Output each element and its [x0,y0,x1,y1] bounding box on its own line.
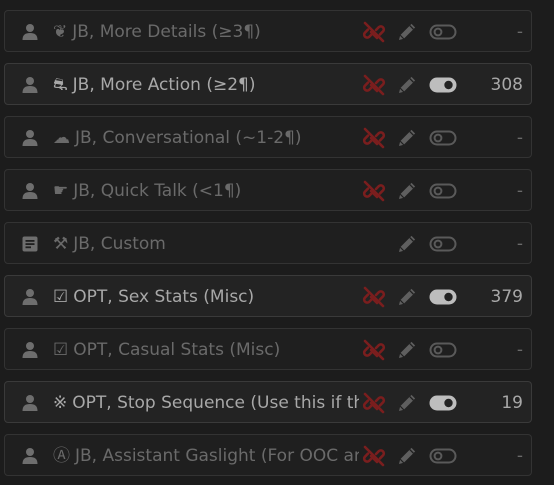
user-icon [21,76,39,94]
toggle-off-icon[interactable] [429,341,457,359]
prompt-row[interactable]: ⚒ JB, Custom - [4,222,532,264]
pencil-icon[interactable] [395,126,419,150]
user-icon [21,394,39,412]
document-icon [21,235,39,253]
unlink-icon[interactable] [362,444,386,468]
pencil-icon[interactable] [395,391,419,415]
prompt-glyph: ☑ [53,340,69,360]
toggle-off-icon[interactable] [429,235,457,253]
prompt-row[interactable]: ☑ OPT, Casual Stats (Misc) - [4,328,532,370]
token-count: 379 [490,287,523,307]
prompt-title[interactable]: ⚒ JB, Custom [53,223,359,265]
unlink-icon[interactable] [362,179,386,203]
prompt-title[interactable]: ❦ JB, More Details (≥3¶) [53,11,359,53]
token-count: - [516,181,523,201]
prompt-name: JB, Custom [73,234,166,254]
prompt-row[interactable]: ☁ JB, Conversational (~1-2¶) - [4,116,532,158]
toggle-off-icon[interactable] [429,182,457,200]
unlink-icon[interactable] [362,285,386,309]
prompt-title[interactable]: ☑ OPT, Casual Stats (Misc) [53,329,359,371]
pencil-icon[interactable] [395,232,419,256]
prompt-glyph: ⛐ [53,75,68,95]
pencil-icon[interactable] [395,179,419,203]
user-icon [21,129,39,147]
prompt-name: JB, Conversational (~1-2¶) [75,128,302,148]
pencil-icon[interactable] [395,285,419,309]
prompt-row[interactable]: ☛ JB, Quick Talk (<1¶) - [4,169,532,211]
toggle-on-icon[interactable] [429,76,457,94]
user-icon [21,447,39,465]
prompt-glyph: ☑ [53,287,69,307]
user-icon [21,23,39,41]
toggle-off-icon[interactable] [429,129,457,147]
unlink-icon[interactable] [362,391,386,415]
prompt-row[interactable]: ⛐ JB, More Action (≥2¶) 308 [4,63,532,105]
prompt-row[interactable]: ※ OPT, Stop Sequence (Use this if th 19 [4,381,532,423]
prompt-title[interactable]: ☁ JB, Conversational (~1-2¶) [53,117,359,159]
token-count: 19 [501,393,523,413]
prompt-row[interactable]: Ⓐ JB, Assistant Gaslight (For OOC ar - [4,434,532,476]
token-count: - [516,446,523,466]
prompt-glyph: Ⓐ [53,446,70,466]
prompt-row[interactable]: ❦ JB, More Details (≥3¶) - [4,10,532,52]
user-icon [21,288,39,306]
token-count: 308 [490,75,523,95]
prompt-glyph: ※ [53,393,68,413]
prompt-title[interactable]: ※ OPT, Stop Sequence (Use this if th [53,382,359,424]
prompt-name: JB, More Details (≥3¶) [72,22,261,42]
unlink-icon[interactable] [362,20,386,44]
user-icon [21,182,39,200]
prompt-name: OPT, Sex Stats (Misc) [73,287,255,307]
prompt-name: JB, Quick Talk (<1¶) [73,181,242,201]
prompt-list: ❦ JB, More Details (≥3¶) - ⛐ JB, More Actio… [0,0,554,485]
prompt-glyph: ☁ [53,128,70,148]
prompt-name: JB, More Action (≥2¶) [72,75,256,95]
toggle-on-icon[interactable] [429,394,457,412]
token-count: - [516,340,523,360]
pencil-icon[interactable] [395,73,419,97]
pencil-icon[interactable] [395,20,419,44]
prompt-glyph: ☛ [53,181,69,201]
unlink-icon[interactable] [362,338,386,362]
toggle-on-icon[interactable] [429,288,457,306]
prompt-title[interactable]: Ⓐ JB, Assistant Gaslight (For OOC ar [53,435,359,477]
toggle-off-icon[interactable] [429,447,457,465]
pencil-icon[interactable] [395,444,419,468]
unlink-icon[interactable] [362,126,386,150]
token-count: - [516,234,523,254]
prompt-name: JB, Assistant Gaslight (For OOC ar [75,446,359,466]
prompt-name: OPT, Stop Sequence (Use this if th [72,393,359,413]
unlink-icon[interactable] [362,73,386,97]
toggle-off-icon[interactable] [429,23,457,41]
token-count: - [516,22,523,42]
pencil-icon[interactable] [395,338,419,362]
prompt-glyph: ⚒ [53,234,69,254]
prompt-glyph: ❦ [53,22,68,42]
token-count: - [516,128,523,148]
prompt-title[interactable]: ⛐ JB, More Action (≥2¶) [53,64,359,106]
prompt-name: OPT, Casual Stats (Misc) [73,340,281,360]
user-icon [21,341,39,359]
prompt-title[interactable]: ☑ OPT, Sex Stats (Misc) [53,276,359,318]
prompt-row[interactable]: ☑ OPT, Sex Stats (Misc) 379 [4,275,532,317]
prompt-title[interactable]: ☛ JB, Quick Talk (<1¶) [53,170,359,212]
